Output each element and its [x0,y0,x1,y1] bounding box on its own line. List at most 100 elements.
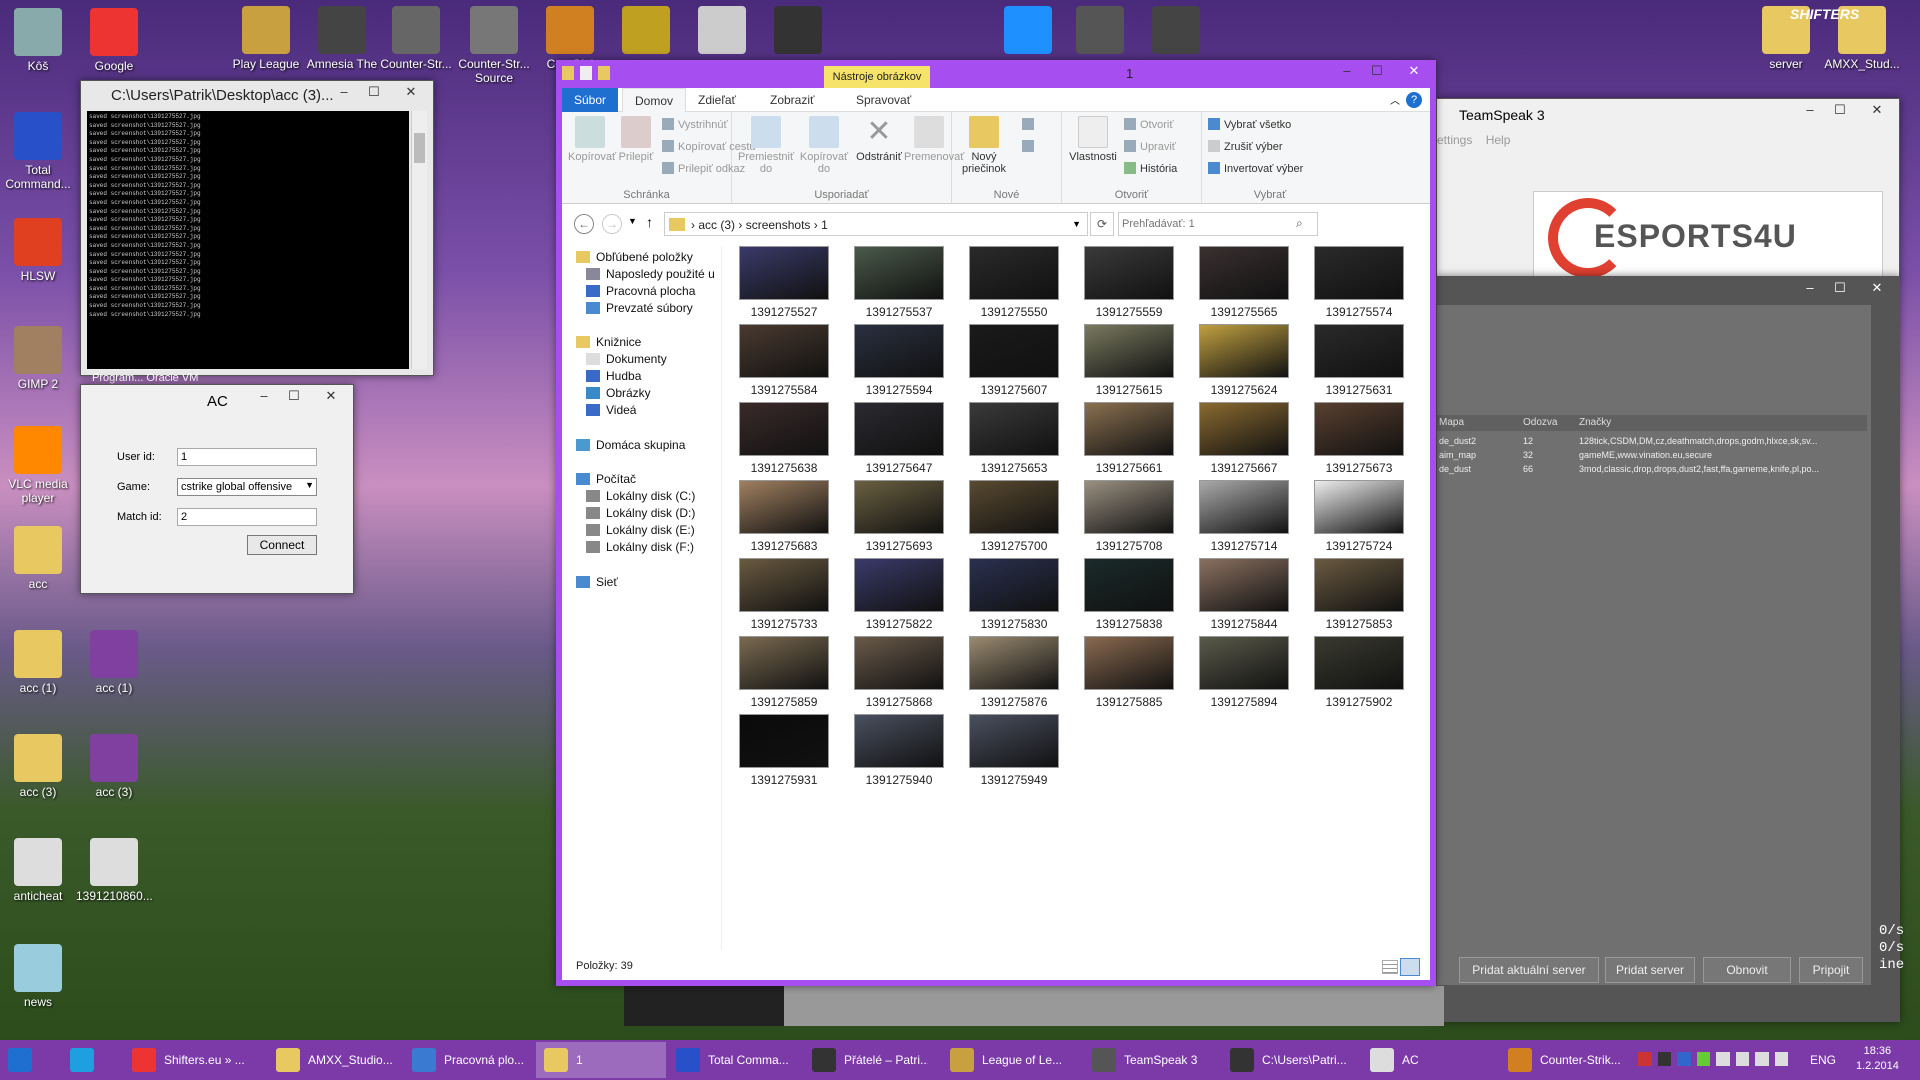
server-row[interactable]: de_dust2 12 128tick,CSDM,DM,cz,deathmatch,… [1437,435,1867,449]
maximize-icon[interactable]: ☐ [359,81,389,103]
cut-button[interactable]: Vystrihnúť [662,118,728,131]
taskbar-item[interactable]: Total Comma... [668,1042,800,1078]
nav-item[interactable]: Lokálny disk (D:) [586,506,695,520]
paste-button[interactable]: Prilepiť [614,116,658,163]
file-item[interactable]: 1391275949 [964,714,1064,787]
nav-item[interactable]: Videá [586,403,636,417]
match-input[interactable] [177,508,317,526]
select-none-button[interactable]: Zrušiť výber [1208,140,1283,153]
nav-item[interactable]: Prevzaté súbory [586,301,693,315]
crumb-acc3[interactable]: acc (3) [698,218,735,232]
tab-manage[interactable]: Spravovať [844,88,923,112]
tray-icons[interactable] [1638,1052,1788,1068]
maximize-icon[interactable]: ☐ [1362,60,1392,82]
taskbar-item[interactable]: Counter-Strik... [1500,1042,1638,1078]
open-button[interactable]: Otvoriť [1124,118,1173,131]
minimize-icon[interactable]: – [1332,60,1362,82]
file-item[interactable]: 1391275683 [734,480,834,553]
desktop-icon[interactable]: Amnesia The [304,6,380,71]
up-icon[interactable]: ↑ [646,214,653,230]
explorer-window[interactable]: Nástroje obrázkov 1 – ☐ ✕ Súbor Domov Zdie… [556,60,1436,986]
invert-selection-button[interactable]: Invertovať výber [1208,162,1303,175]
desktop-icon[interactable]: 1391210860... [76,838,153,903]
nav-item[interactable]: Počítač [576,472,636,486]
file-item[interactable]: 1391275830 [964,558,1064,631]
navigation-pane[interactable]: Obľúbené položky Naposledy použité u Praco… [562,246,722,950]
taskbar-item[interactable]: AMXX_Studio... [268,1042,400,1078]
minimize-icon[interactable]: – [1795,277,1825,299]
clock[interactable]: 18:36 1.2.2014 [1856,1044,1899,1074]
server-action-button[interactable]: Pripojit [1799,957,1863,983]
col-ping[interactable]: Odozva [1523,417,1557,428]
server-browser-window[interactable]: – ☐ ✕ Mapa Odozva Značky de_dust2 12 128tick… [1436,276,1904,1022]
nav-item[interactable]: Lokálny disk (E:) [586,523,695,537]
close-icon[interactable]: ✕ [1855,277,1899,299]
maximize-icon[interactable]: ☐ [1825,277,1855,299]
file-item[interactable]: 1391275822 [849,558,949,631]
tab-home[interactable]: Domov [622,88,687,112]
file-item[interactable]: 1391275631 [1309,324,1409,397]
minimize-icon[interactable]: – [1795,99,1825,121]
nav-item[interactable]: Lokálny disk (F:) [586,540,694,554]
nav-item[interactable]: Lokálny disk (C:) [586,489,695,503]
copy-button[interactable]: Kopírovať [568,116,616,163]
desktop-icon[interactable]: Total Command... [0,112,76,191]
file-item[interactable]: 1391275693 [849,480,949,553]
file-item[interactable]: 1391275615 [1079,324,1179,397]
taskbar[interactable]: Shifters.eu » ... AMXX_Studio... Pracovná … [0,1040,1920,1080]
desktop-icon[interactable]: Google [76,8,152,73]
cmd-console[interactable]: saved screenshot\1391275527.jpg saved scr… [87,111,409,369]
file-item[interactable]: 1391275673 [1309,402,1409,475]
delete-button[interactable]: ✕ Odstrániť [854,116,904,164]
file-item[interactable]: 1391275940 [849,714,949,787]
file-item[interactable]: 1391275565 [1194,246,1294,319]
qat-icons[interactable] [562,66,642,82]
desktop-icon[interactable]: acc (3) [0,734,76,799]
taskbar-item[interactable]: Pracovná plo... [404,1042,536,1078]
help-icon[interactable]: ? [1406,92,1422,108]
large-icons-view-icon[interactable] [1400,958,1420,976]
chevron-down-icon[interactable]: ▼ [1072,219,1081,229]
easy-access-button[interactable] [1022,140,1038,153]
desktop-icon[interactable]: HLSW [0,218,76,283]
server-action-button[interactable]: Obnovit [1703,957,1791,983]
maximize-icon[interactable]: ☐ [1825,99,1855,121]
context-tab[interactable]: Nástroje obrázkov [824,66,930,90]
rename-button[interactable]: Premenovať [904,116,964,163]
desktop-icon[interactable]: acc [0,526,76,591]
file-item[interactable]: 1391275894 [1194,636,1294,709]
file-item[interactable]: 1391275700 [964,480,1064,553]
file-item[interactable]: 1391275724 [1309,480,1409,553]
nav-item[interactable]: Hudba [586,369,641,383]
taskbar-item[interactable] [0,1042,52,1078]
desktop-icon[interactable] [990,6,1066,57]
chevron-down-icon[interactable]: ▼ [305,480,314,490]
minimize-icon[interactable]: – [249,385,279,407]
taskbar-item[interactable]: 1 [536,1042,666,1078]
taskbar-item[interactable]: Přátelé – Patri... [804,1042,928,1078]
crumb-1[interactable]: 1 [821,218,828,232]
desktop-icon[interactable]: Play League [228,6,304,71]
file-item[interactable]: 1391275537 [849,246,949,319]
file-item[interactable]: 1391275584 [734,324,834,397]
taskbar-item[interactable]: C:\Users\Patri... [1222,1042,1358,1078]
file-item[interactable]: 1391275661 [1079,402,1179,475]
address-bar[interactable]: › acc (3) › screenshots › 1 ▼ [664,212,1088,236]
close-icon[interactable]: ✕ [309,385,353,407]
desktop-icon[interactable] [1138,6,1214,57]
col-map[interactable]: Mapa [1439,417,1464,428]
nav-item[interactable]: Dokumenty [586,352,667,366]
edit-button[interactable]: Upraviť [1124,140,1176,153]
file-item[interactable]: 1391275733 [734,558,834,631]
file-item[interactable]: 1391275559 [1079,246,1179,319]
nav-item[interactable]: Obrázky [586,386,651,400]
desktop-icon[interactable]: GIMP 2 [0,326,76,391]
desktop-icon[interactable]: anticheat [0,838,76,903]
tab-view[interactable]: Zobraziť [758,88,827,112]
server-action-button[interactable]: Pridat aktuální server [1459,957,1599,983]
details-view-icon[interactable] [1382,960,1398,974]
back-icon[interactable]: ← [574,214,594,234]
file-item[interactable]: 1391275714 [1194,480,1294,553]
search-input[interactable] [1118,212,1318,236]
ac-window[interactable]: AC –☐✕ User id: Game: cstrike global off… [80,384,354,594]
